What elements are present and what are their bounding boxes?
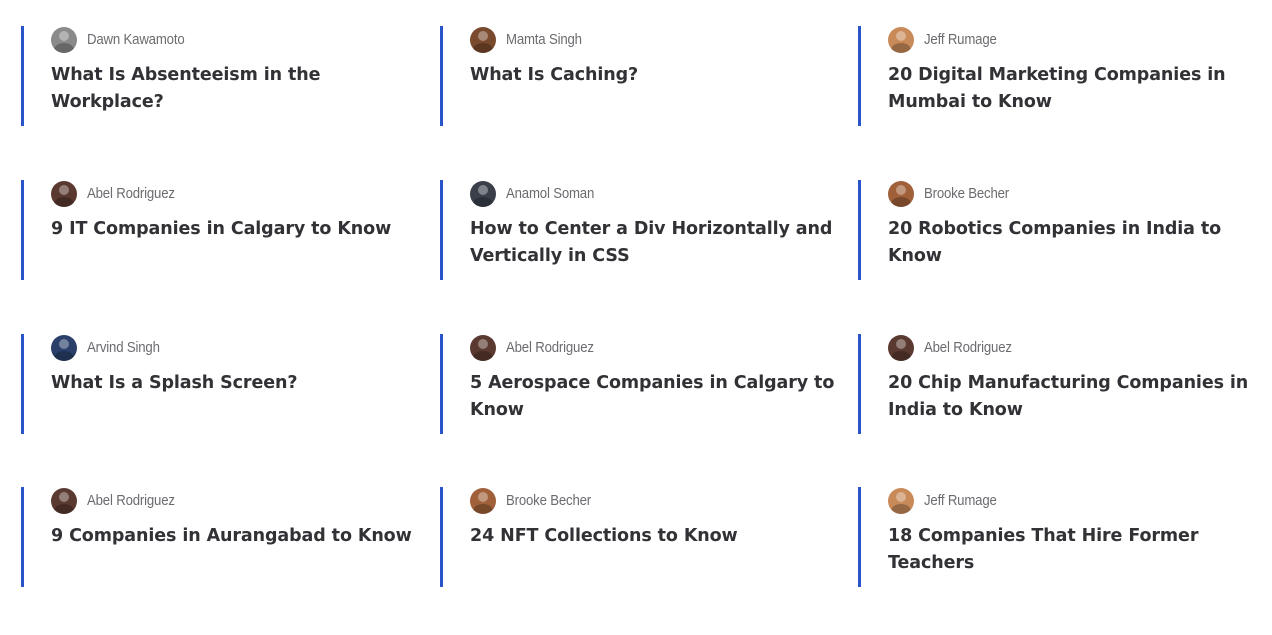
author-avatar [470,334,496,361]
author-name[interactable]: Abel Rodriguez [924,339,1012,356]
author-avatar [51,487,77,514]
author-avatar [470,487,496,514]
article-card[interactable]: Abel Rodriguez 5 Aerospace Companies in … [440,334,834,434]
author-name[interactable]: Abel Rodriguez [87,185,175,202]
author-name[interactable]: Abel Rodriguez [506,339,594,356]
author-avatar [470,180,496,207]
article-card[interactable]: Jeff Rumage 18 Companies That Hire Forme… [858,487,1248,587]
article-meta: Arvind Singh [51,334,411,361]
article-card[interactable]: Arvind Singh What Is a Splash Screen? [21,334,411,434]
article-card[interactable]: Abel Rodriguez 9 Companies in Aurangabad… [21,487,412,587]
article-meta: Abel Rodriguez [51,487,411,514]
article-meta: Abel Rodriguez [51,180,411,207]
article-meta: Jeff Rumage [888,487,1248,514]
author-avatar [888,26,914,53]
author-name[interactable]: Anamol Soman [506,185,594,202]
article-card[interactable]: Mamta Singh What Is Caching? [440,26,830,126]
article-meta: Abel Rodriguez [888,334,1248,361]
author-name[interactable]: Abel Rodriguez [87,492,175,509]
article-card[interactable]: Abel Rodriguez 20 Chip Manufacturing Com… [858,334,1248,434]
article-card[interactable]: Brooke Becher 20 Robotics Companies in I… [858,180,1248,280]
article-card[interactable]: Jeff Rumage 20 Digital Marketing Compani… [858,26,1248,126]
article-meta: Brooke Becher [470,487,830,514]
article-meta: Mamta Singh [470,26,830,53]
author-name[interactable]: Mamta Singh [506,31,582,48]
author-avatar [470,26,496,53]
article-card[interactable]: Brooke Becher 24 NFT Collections to Know [440,487,830,587]
article-meta: Jeff Rumage [888,26,1248,53]
article-title[interactable]: 9 Companies in Aurangabad to Know [51,523,431,550]
article-title[interactable]: How to Center a Div Horizontally and Ver… [470,216,850,270]
author-avatar [51,180,77,207]
article-meta: Brooke Becher [888,180,1248,207]
article-grid: Dawn Kawamoto What Is Absenteeism in the… [0,0,1272,635]
article-card[interactable]: Dawn Kawamoto What Is Absenteeism in the… [21,26,411,126]
author-name[interactable]: Arvind Singh [87,339,160,356]
article-title[interactable]: 5 Aerospace Companies in Calgary to Know [470,370,850,424]
author-name[interactable]: Jeff Rumage [924,31,997,48]
author-name[interactable]: Brooke Becher [924,185,1009,202]
article-meta: Anamol Soman [470,180,830,207]
author-avatar [51,26,77,53]
author-avatar [51,334,77,361]
article-title[interactable]: 9 IT Companies in Calgary to Know [51,216,431,243]
author-avatar [888,334,914,361]
article-title[interactable]: 24 NFT Collections to Know [470,523,850,550]
article-meta: Abel Rodriguez [470,334,830,361]
article-title[interactable]: 20 Robotics Companies in India to Know [888,216,1268,270]
article-title[interactable]: 20 Digital Marketing Companies in Mumbai… [888,62,1268,116]
article-title[interactable]: 20 Chip Manufacturing Companies in India… [888,370,1268,424]
article-title[interactable]: 18 Companies That Hire Former Teachers [888,523,1268,577]
author-name[interactable]: Jeff Rumage [924,492,997,509]
article-title[interactable]: What Is a Splash Screen? [51,370,431,397]
author-avatar [888,487,914,514]
article-card[interactable]: Abel Rodriguez 9 IT Companies in Calgary… [21,180,411,280]
article-title[interactable]: What Is Caching? [470,62,850,89]
author-avatar [888,180,914,207]
author-name[interactable]: Dawn Kawamoto [87,31,185,48]
author-name[interactable]: Brooke Becher [506,492,591,509]
article-meta: Dawn Kawamoto [51,26,411,53]
article-title[interactable]: What Is Absenteeism in the Workplace? [51,62,431,116]
article-card[interactable]: Anamol Soman How to Center a Div Horizon… [440,180,832,280]
